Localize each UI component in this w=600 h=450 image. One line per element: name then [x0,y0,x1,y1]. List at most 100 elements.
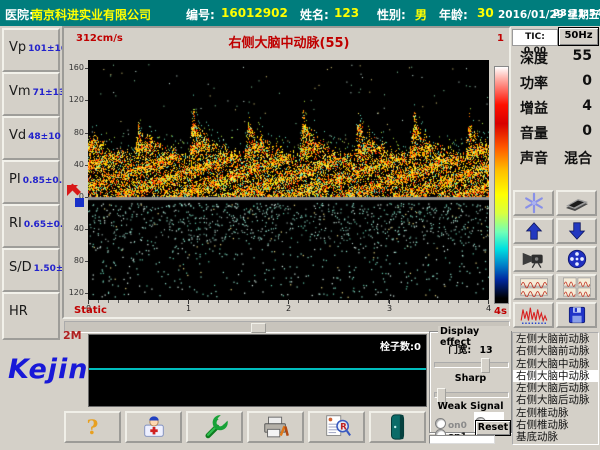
reset-button[interactable]: Reset [475,420,511,436]
quad-channel-button[interactable] [556,274,597,300]
print-button[interactable] [247,411,304,443]
tic-display: TIC: 0.00 [512,29,558,46]
y-tick: 120 [64,95,84,104]
y-tick-mark [85,100,88,101]
y-tick-mark [85,293,88,294]
age-label: 年龄: [439,6,468,23]
frequency-button[interactable]: 50Hz [558,27,599,46]
artery-item[interactable]: 右侧大脑后动脉 [513,394,598,406]
time-display: 23:11:54 [553,8,600,19]
spectrum-icon [520,304,548,326]
exit-button[interactable] [369,411,426,443]
weak-signal-label: Weak Signal [430,401,511,412]
snowflake-icon [523,192,545,214]
time-scrollbar-thumb[interactable] [251,323,266,333]
gender-label: 性别: [377,6,406,23]
status-static-label: Static [74,305,107,316]
gate-width-value: 13 [479,345,492,356]
setting-row-depth: 深度 55 [514,48,598,68]
gender-value: 男 [415,6,427,23]
setting-value: 4 [582,98,592,118]
setting-row-gain: 增益 4 [514,98,598,118]
artery-item[interactable]: 左侧大脑前动脉 [513,333,598,345]
y-tick-mark [85,229,88,230]
param-value: 71±13 [33,88,66,98]
y-tick: 80 [64,256,84,265]
setting-label: 功率 [520,73,548,93]
sharp-label: Sharp [430,373,511,384]
printer-icon [261,414,291,440]
hospital-value: 南京科进实业有限公司 [31,6,151,23]
status-progress-bar [429,435,495,444]
param-label: Vm [9,84,31,99]
quad-trace-icon [562,277,592,297]
y-tick: 40 [64,160,84,169]
setting-label: 声音 [520,148,548,168]
param-label: Vd [9,128,26,143]
gate-width-row: 门宽: 13 [430,342,511,356]
param-cell-vd: Vd48±10 [2,116,60,160]
record-video-button[interactable] [513,246,554,272]
artery-item[interactable]: 右侧大脑前动脉 [513,345,598,357]
save-disk-icon [567,305,587,325]
param-label: HR [9,304,28,319]
unfreeze-button[interactable] [556,190,597,216]
spectrum-mode-button[interactable] [513,302,554,328]
exit-door-icon [386,413,410,441]
setting-row-sound: 声音混合 [514,148,598,168]
patient-id-label: 编号: [186,6,215,23]
save-button[interactable] [556,302,597,328]
setting-value: 混合 [564,148,592,168]
hospital-label: 医院: [5,6,34,23]
artery-item[interactable]: 左侧椎动脉 [513,407,598,419]
param-label: Vp [9,40,26,55]
freeze-button[interactable] [513,190,554,216]
help-button[interactable]: ? [64,411,121,443]
artery-item[interactable]: 左侧大脑后动脉 [513,382,598,394]
brand-logo: Kejin [8,354,89,385]
arrow-down-icon [568,221,586,241]
colorbar-max-label: 1 [492,33,509,44]
svg-text:R: R [340,421,347,431]
patient-info-button[interactable] [125,411,182,443]
sharp-slider[interactable] [434,392,509,398]
dual-channel-button[interactable] [513,274,554,300]
y-tick-mark [85,68,88,69]
param-cell-pi: PI0.85±0.25 [2,160,60,204]
artery-list[interactable]: 左侧大脑前动脉 右侧大脑前动脉 左侧大脑中动脉 右侧大脑中动脉 左侧大脑后动脉 … [512,332,599,445]
artery-item-selected[interactable]: 右侧大脑中动脉 [513,370,598,382]
depth-down-button[interactable] [556,218,597,244]
param-label: PI [9,172,21,187]
depth-up-button[interactable] [513,218,554,244]
y-tick-mark [85,133,88,134]
artery-item[interactable]: 右侧椎动脉 [513,419,598,431]
question-mark-icon: ? [87,415,99,439]
embolus-count: 栓子数:0 [380,338,421,353]
setting-label: 增益 [520,98,548,118]
gate-width-slider-thumb[interactable] [481,358,490,373]
video-camera-icon [521,249,547,269]
artery-item[interactable]: 左侧大脑中动脉 [513,358,598,370]
intensity-colorbar [494,66,509,304]
gate-width-slider[interactable] [434,362,509,368]
patient-id-value: 16012902 [221,6,288,20]
param-cell-hr: HR [2,292,60,340]
setting-value: 55 [573,48,592,68]
report-button[interactable]: R [308,411,365,443]
artery-item[interactable]: 基底动脉 [513,431,598,443]
wrench-icon [202,414,228,440]
patient-name-value: 123 [334,6,359,20]
embolus-monitor-panel: 栓子数:0 [88,334,427,407]
setting-label: 深度 [520,48,548,68]
unfreeze-plate-icon [564,193,590,213]
param-cell-vm: Vm71±13 [2,72,60,116]
display-effect-panel: Display effect 门宽: 13 Sharp Weak Signal … [429,331,512,433]
patient-info-icon [141,414,167,440]
patient-header: 医院: 南京科进实业有限公司 编号: 16012902 姓名: 123 性别: … [0,0,600,26]
playback-film-button[interactable] [556,246,597,272]
param-value: 48±10 [28,132,61,142]
x-tick: 4 [486,304,491,313]
settings-button[interactable] [186,411,243,443]
vessel-title: 右侧大脑中动脉(55) [144,32,434,51]
setting-label: 音量 [520,123,548,143]
